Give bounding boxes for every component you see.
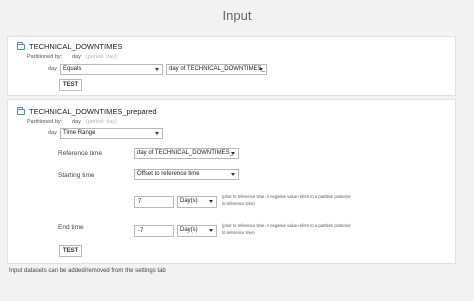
reference-time-select[interactable]: day of TECHNICAL_DOWNTIMES_	[134, 148, 239, 159]
settings-tab-note: Input datasets can be added/removed from…	[9, 268, 166, 274]
chevron-down-icon	[231, 173, 235, 176]
chevron-down-icon	[259, 68, 263, 71]
dataset-header: TECHNICAL_DOWNTIMES	[17, 41, 123, 51]
chevron-down-icon	[209, 229, 213, 232]
end-unit-value: Day(s)	[180, 227, 198, 233]
start-unit-select[interactable]: Day(s)	[177, 196, 217, 208]
row-dimension-label: day	[48, 66, 57, 72]
partition-period-hint: (period: day)	[86, 54, 117, 60]
folder-icon	[17, 106, 25, 115]
value-select[interactable]: day of TECHNICAL_DOWNTIMES_	[166, 64, 267, 75]
partition-period-hint: (period: day)	[86, 119, 117, 125]
reference-time-label: Reference time	[58, 150, 103, 157]
reference-time-value: day of TECHNICAL_DOWNTIMES_	[137, 150, 233, 156]
partition-dimension: day	[72, 119, 81, 125]
end-offset-help: (prior to reference time. A negative val…	[222, 223, 351, 235]
chevron-down-icon	[209, 200, 213, 203]
dataset-header: TECHNICAL_DOWNTIMES_prepared	[17, 106, 157, 116]
operator-select-value: Time Range	[63, 130, 96, 136]
row-dimension-label: day	[48, 130, 57, 136]
end-unit-select[interactable]: Day(s)	[177, 225, 217, 237]
chevron-down-icon	[231, 152, 235, 155]
starting-time-mode-value: Offset to reference time	[137, 171, 200, 177]
test-button[interactable]: TEST	[59, 79, 82, 91]
partition-dimension: day	[72, 54, 81, 60]
folder-icon	[17, 41, 25, 50]
operator-select-value: Equals	[63, 66, 82, 72]
partitioned-by-label: Partitioned by:	[27, 119, 63, 125]
chevron-down-icon	[155, 68, 159, 71]
chevron-down-icon	[155, 132, 159, 135]
starting-time-label: Starting time	[58, 172, 95, 179]
value-select-value: day of TECHNICAL_DOWNTIMES_	[169, 66, 265, 72]
operator-select[interactable]: Time Range	[60, 128, 163, 139]
dataset-card-technical-downtimes-prepared: TECHNICAL_DOWNTIMES_prepared Partitioned…	[7, 99, 456, 264]
partitioned-by-label: Partitioned by:	[27, 54, 63, 60]
start-offset-input[interactable]: 7	[134, 196, 174, 208]
starting-time-mode-select[interactable]: Offset to reference time	[134, 169, 239, 180]
dataset-name: TECHNICAL_DOWNTIMES	[29, 42, 123, 51]
operator-select[interactable]: Equals	[60, 64, 163, 75]
start-offset-help: (prior to reference time. A negative val…	[222, 194, 351, 206]
dataset-name: TECHNICAL_DOWNTIMES_prepared	[29, 107, 157, 116]
dataset-card-technical-downtimes: TECHNICAL_DOWNTIMES Partitioned by: day …	[7, 36, 456, 96]
end-offset-input[interactable]: -7	[134, 225, 174, 237]
test-button[interactable]: TEST	[59, 245, 82, 257]
page-title: Input	[222, 8, 252, 23]
end-time-label: End time	[58, 224, 84, 231]
start-unit-value: Day(s)	[180, 198, 198, 204]
